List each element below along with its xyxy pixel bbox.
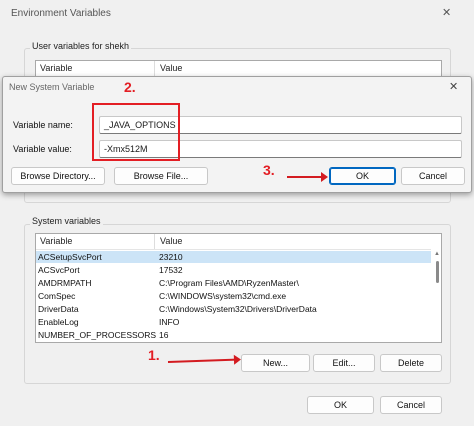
new-system-variable-dialog: New System Variable ✕ Variable name: _JA… <box>2 76 472 193</box>
value-cell: C:\Program Files\AMD\RyzenMaster\ <box>159 278 299 288</box>
system-variables-list[interactable]: Variable Value ACSetupSvcPort 23210 ACSvc… <box>35 233 442 343</box>
browse-file-button[interactable]: Browse File... <box>114 167 208 185</box>
dialog-ok-button[interactable]: OK <box>329 167 396 185</box>
close-icon[interactable]: ✕ <box>449 80 458 93</box>
system-variables-label: System variables <box>30 216 103 226</box>
highlight-box <box>92 103 180 161</box>
column-header-value[interactable]: Value <box>160 234 182 249</box>
column-header-variable[interactable]: Variable <box>40 61 72 76</box>
variable-cell: ACSvcPort <box>38 265 80 275</box>
cancel-button[interactable]: Cancel <box>380 396 442 414</box>
dialog-title: New System Variable <box>9 82 95 92</box>
ok-button[interactable]: OK <box>307 396 374 414</box>
window-title: Environment Variables <box>11 8 111 19</box>
value-cell: 23210 <box>159 252 183 262</box>
step-2-label: 2. <box>124 79 136 95</box>
delete-button[interactable]: Delete <box>380 354 442 372</box>
table-row[interactable]: ACSvcPort 17532 <box>36 264 431 276</box>
edit-button[interactable]: Edit... <box>313 354 375 372</box>
column-divider <box>154 234 155 249</box>
value-cell: 17532 <box>159 265 183 275</box>
scroll-thumb[interactable] <box>436 261 439 283</box>
variable-cell: ComSpec <box>38 291 76 301</box>
scroll-up-icon[interactable]: ▲ <box>434 251 440 257</box>
arrow-to-ok <box>287 172 328 182</box>
dialog-cancel-button[interactable]: Cancel <box>401 167 465 185</box>
vertical-scrollbar[interactable]: ▲ <box>433 251 441 342</box>
variable-name-label: Variable name: <box>13 120 73 130</box>
close-icon[interactable]: ✕ <box>442 6 451 19</box>
variable-cell: EnableLog <box>38 317 79 327</box>
table-row[interactable]: NUMBER_OF_PROCESSORS 16 <box>36 329 431 341</box>
table-row[interactable]: DriverData C:\Windows\System32\Drivers\Dr… <box>36 303 431 315</box>
header-separator <box>36 249 431 250</box>
user-variables-label: User variables for shekh <box>30 41 132 51</box>
variable-cell: DriverData <box>38 304 79 314</box>
column-header-variable[interactable]: Variable <box>40 234 72 249</box>
value-cell: C:\Windows\System32\Drivers\DriverData <box>159 304 317 314</box>
table-row[interactable]: EnableLog INFO <box>36 316 431 328</box>
value-cell: INFO <box>159 317 180 327</box>
value-cell: C:\WINDOWS\system32\cmd.exe <box>159 291 287 301</box>
step-3-label: 3. <box>263 162 275 178</box>
browse-directory-button[interactable]: Browse Directory... <box>11 167 105 185</box>
variable-cell: ACSetupSvcPort <box>38 252 102 262</box>
table-row[interactable]: ACSetupSvcPort 23210 <box>36 251 431 263</box>
table-row[interactable]: AMDRMPATH C:\Program Files\AMD\RyzenMaste… <box>36 277 431 289</box>
variable-cell: AMDRMPATH <box>38 278 92 288</box>
variable-cell: NUMBER_OF_PROCESSORS <box>38 330 157 340</box>
column-header-value[interactable]: Value <box>160 61 182 76</box>
step-1-label: 1. <box>148 347 160 363</box>
value-cell: 16 <box>159 330 169 340</box>
new-button[interactable]: New... <box>241 354 310 372</box>
table-row[interactable]: ComSpec C:\WINDOWS\system32\cmd.exe <box>36 290 431 302</box>
column-divider <box>154 61 155 76</box>
variable-value-label: Variable value: <box>13 144 72 154</box>
